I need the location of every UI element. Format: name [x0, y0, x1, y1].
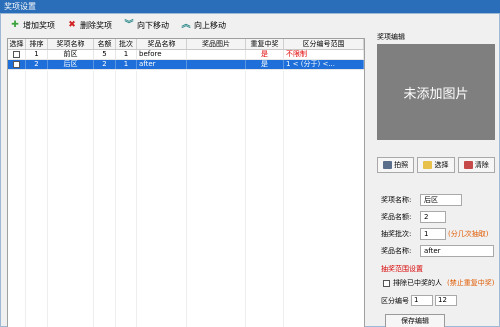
column-divider — [115, 71, 116, 327]
row-select-cell[interactable] — [8, 50, 26, 59]
save-edit-label: 保存编辑 — [401, 317, 429, 325]
col-header[interactable]: 排序 — [26, 39, 48, 49]
move-down-button[interactable]: ︾ 向下移动 — [121, 17, 172, 33]
image-button-row: 拍照 选择 清除 — [377, 157, 495, 173]
save-edit-button[interactable]: 保存编辑 — [385, 314, 445, 327]
prize-name-cell: 前区 — [48, 50, 94, 59]
exclude-winners-label[interactable]: 排除已中奖的人 — [393, 278, 442, 288]
column-divider — [283, 71, 284, 327]
prize-image-cell — [187, 60, 246, 69]
panel-title: 奖项编辑 — [377, 33, 405, 41]
image-placeholder: 未添加图片 — [403, 86, 469, 102]
prize-name-cell: 后区 — [48, 60, 94, 69]
prize-item-cell: before — [137, 50, 187, 59]
exclude-winners-hint: (禁止重复中奖) — [447, 279, 495, 287]
column-divider — [25, 71, 26, 327]
table-empty-area — [8, 71, 364, 327]
choose-image-button[interactable]: 选择 — [417, 157, 455, 173]
number-range-row: 区分编号 1 12 — [381, 295, 457, 306]
exclude-winners-checkbox[interactable] — [383, 280, 390, 287]
prize-item-row: 奖品名称: after — [381, 244, 497, 257]
column-divider — [93, 71, 94, 327]
col-header[interactable]: 重复中奖 — [246, 39, 284, 49]
chevron-double-up-icon: ︽ — [181, 20, 191, 30]
quota-cell: 5 — [94, 50, 116, 59]
move-down-label: 向下移动 — [137, 20, 169, 30]
take-photo-label: 拍照 — [394, 161, 409, 169]
add-prize-button[interactable]: ✚ 增加奖项 — [7, 17, 58, 33]
range-to-field[interactable]: 12 — [435, 295, 457, 306]
column-divider — [47, 71, 48, 327]
delete-prize-button[interactable]: ✖ 删除奖项 — [64, 17, 115, 33]
col-header[interactable]: 选择 — [8, 39, 26, 49]
col-header[interactable]: 区分编号范围 — [284, 39, 364, 49]
col-header[interactable]: 奖品名称 — [137, 39, 187, 49]
prize-name-field[interactable]: 后区 — [420, 193, 462, 206]
range-from-field[interactable]: 1 — [411, 295, 433, 306]
choose-image-label: 选择 — [434, 161, 449, 169]
clear-icon — [463, 161, 473, 169]
prize-name-label: 奖项名称: — [381, 195, 412, 204]
batch-row: 抽奖批次: 1 (分几次抽取) — [381, 227, 497, 240]
column-divider — [136, 71, 137, 327]
col-header[interactable]: 奖品图片 — [187, 39, 246, 49]
quota-cell: 2 — [94, 60, 116, 69]
number-range-cell: 1 < (分于) <... — [284, 60, 364, 69]
prize-settings-window: ✚ 增加奖项 ✖ 删除奖项 ︾ 向下移动 ︽ 向上移动 选择 排序 奖项名称 名… — [0, 13, 500, 327]
clear-image-button[interactable]: 清除 — [457, 157, 495, 173]
table-header: 选择 排序 奖项名称 名额 批次 奖品名称 奖品图片 重复中奖 区分编号范围 — [8, 39, 364, 50]
prize-item-field[interactable]: after — [420, 244, 494, 257]
folder-icon — [423, 161, 433, 169]
batch-cell: 1 — [116, 50, 137, 59]
column-divider — [245, 71, 246, 327]
quota-label: 奖品名额: — [381, 212, 412, 221]
batch-hint: (分几次抽取) — [448, 229, 489, 238]
prize-table: 选择 排序 奖项名称 名额 批次 奖品名称 奖品图片 重复中奖 区分编号范围 1… — [7, 38, 365, 327]
prize-item-cell: after — [137, 60, 187, 69]
number-range-label: 区分编号 — [381, 296, 409, 305]
batch-label: 抽奖批次: — [381, 229, 412, 238]
exclude-winners-row: 排除已中奖的人 (禁止重复中奖) — [383, 278, 494, 288]
move-up-label: 向上移动 — [194, 20, 226, 30]
window-title: 奖项设置 — [0, 0, 500, 13]
clear-image-label: 清除 — [474, 161, 489, 169]
delete-prize-label: 删除奖项 — [80, 20, 112, 30]
move-up-button[interactable]: ︽ 向上移动 — [178, 17, 229, 33]
col-header[interactable]: 奖项名称 — [48, 39, 94, 49]
take-photo-button[interactable]: 拍照 — [377, 157, 415, 173]
batch-field[interactable]: 1 — [420, 227, 446, 240]
prize-editor-panel: 奖项编辑 未添加图片 拍照 选择 清除 奖项名称: 后区 奖品名额: 2 抽奖批… — [373, 32, 497, 327]
col-header[interactable]: 名额 — [94, 39, 116, 49]
chevron-double-down-icon: ︾ — [124, 20, 134, 30]
prize-image-preview: 未添加图片 — [377, 44, 495, 140]
row-checkbox[interactable] — [13, 51, 20, 58]
quota-field[interactable]: 2 — [420, 210, 446, 223]
prize-image-cell — [187, 50, 246, 59]
number-range-cell: 不限制 — [284, 50, 364, 59]
prize-name-row: 奖项名称: 后区 — [381, 193, 497, 206]
batch-cell: 1 — [116, 60, 137, 69]
column-divider — [186, 71, 187, 327]
table-row-selected[interactable]: 2 后区 2 1 after 是 1 < (分于) <... — [8, 60, 364, 70]
order-cell: 2 — [26, 60, 48, 69]
plus-icon: ✚ — [11, 20, 19, 30]
quota-row: 奖品名额: 2 — [381, 210, 497, 223]
range-section-title: 抽奖范围设置 — [381, 265, 423, 273]
table-row[interactable]: 1 前区 5 1 before 是 不限制 — [8, 50, 364, 60]
row-checkbox[interactable] — [13, 61, 20, 68]
camera-icon — [383, 161, 393, 169]
add-prize-label: 增加奖项 — [23, 20, 55, 30]
repeat-win-cell: 是 — [246, 50, 284, 59]
delete-x-icon: ✖ — [68, 20, 76, 30]
prize-item-label: 奖品名称: — [381, 246, 412, 255]
row-select-cell[interactable] — [8, 60, 26, 69]
order-cell: 1 — [26, 50, 48, 59]
col-header[interactable]: 批次 — [116, 39, 137, 49]
repeat-win-cell: 是 — [246, 60, 284, 69]
